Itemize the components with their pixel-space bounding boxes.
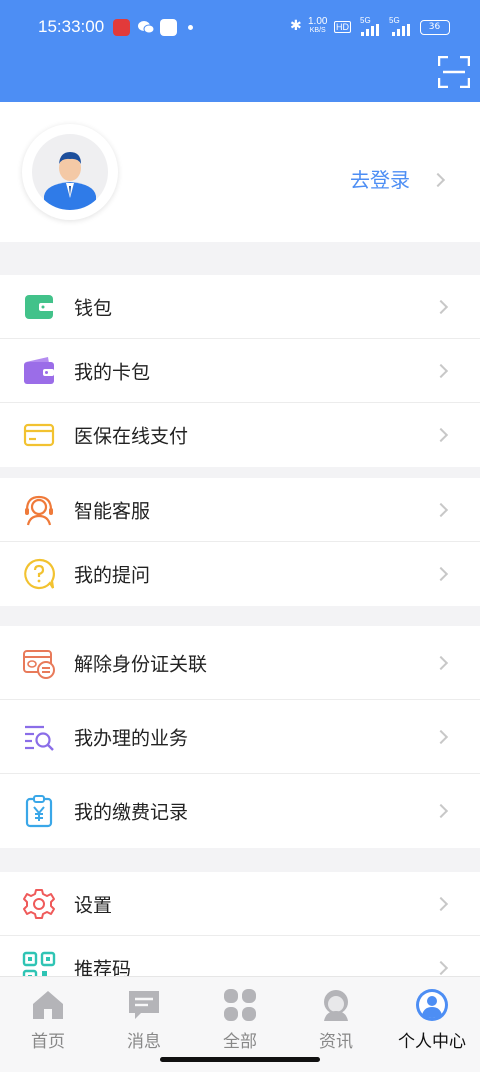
net-speed-value: 1.00 bbox=[308, 16, 328, 27]
tab-profile[interactable]: 个人中心 bbox=[384, 983, 480, 1063]
notification-app-icon bbox=[113, 19, 130, 36]
id-card-unlink-icon bbox=[23, 649, 55, 679]
hd-badge: HD bbox=[334, 21, 351, 33]
menu-item-label: 钱包 bbox=[74, 297, 113, 319]
menu-item-unlink-id-card[interactable]: 解除身份证关联 bbox=[0, 626, 480, 700]
menu-item-label: 我的卡包 bbox=[74, 361, 151, 383]
menu-item-my-questions[interactable]: 我的提问 bbox=[0, 542, 480, 606]
menu-group-business: 解除身份证关联 我办理的业务 我的缴费记录 bbox=[0, 626, 480, 848]
tab-label: 资讯 bbox=[319, 1032, 353, 1052]
tab-news[interactable]: 资讯 bbox=[288, 983, 384, 1063]
scan-icon[interactable] bbox=[438, 56, 470, 88]
chevron-right-icon bbox=[433, 427, 449, 443]
question-icon bbox=[24, 558, 55, 590]
battery-level: 36 bbox=[428, 22, 441, 32]
tab-label: 消息 bbox=[127, 1032, 161, 1052]
tab-all[interactable]: 全部 bbox=[192, 983, 288, 1063]
menu-item-label: 解除身份证关联 bbox=[74, 653, 208, 675]
menu-group-wallet: 钱包 我的卡包 医保在线支付 bbox=[0, 275, 480, 467]
menu-item-label: 我办理的业务 bbox=[74, 727, 189, 749]
chevron-right-icon bbox=[433, 960, 449, 976]
menu-item-card-wallet[interactable]: 我的卡包 bbox=[0, 339, 480, 403]
menu-item-settings[interactable]: 设置 bbox=[0, 872, 480, 936]
payment-record-icon bbox=[25, 795, 53, 828]
menu-item-referral-code[interactable]: 推荐码 bbox=[0, 936, 480, 976]
chevron-right-icon bbox=[433, 655, 449, 670]
tab-messages[interactable]: 消息 bbox=[96, 983, 192, 1063]
home-indicator[interactable] bbox=[160, 1057, 320, 1062]
profile-card[interactable]: 去登录 bbox=[0, 102, 480, 242]
menu-item-label: 我的缴费记录 bbox=[74, 801, 189, 824]
card-wallet-icon bbox=[24, 356, 54, 384]
menu-item-label: 医保在线支付 bbox=[74, 425, 189, 448]
net-speed-unit: KB/S bbox=[309, 27, 326, 34]
chevron-right-icon bbox=[433, 363, 449, 378]
chevron-right-icon bbox=[433, 502, 449, 517]
message-icon bbox=[129, 991, 159, 1019]
status-time: 15:33:00 bbox=[38, 17, 105, 36]
login-link[interactable]: 去登录 bbox=[350, 164, 410, 193]
menu-item-my-business[interactable]: 我办理的业务 bbox=[0, 700, 480, 774]
user-avatar-icon bbox=[32, 134, 108, 210]
news-icon bbox=[324, 990, 348, 1021]
gear-icon bbox=[23, 888, 55, 919]
menu-item-online-payment[interactable]: 医保在线支付 bbox=[0, 403, 480, 467]
chevron-right-icon bbox=[433, 299, 449, 314]
tab-label: 首页 bbox=[31, 1032, 65, 1052]
card-pay-icon bbox=[23, 423, 55, 447]
battery-icon: 36 bbox=[420, 20, 450, 35]
chevron-right-icon bbox=[433, 729, 449, 744]
wallet-icon bbox=[25, 294, 54, 319]
menu-item-customer-service[interactable]: 智能客服 bbox=[0, 478, 480, 542]
chevron-right-icon bbox=[433, 803, 449, 819]
status-bar: 15:33:00 ✱ 1.00 KB/S HD 5G 5G 36 bbox=[0, 0, 480, 56]
tab-label: 个人中心 bbox=[398, 1032, 466, 1052]
menu-group-settings: 设置 推荐码 bbox=[0, 872, 480, 976]
wechat-icon bbox=[137, 19, 155, 36]
chevron-right-icon bbox=[433, 896, 449, 911]
cloud-app-icon bbox=[160, 19, 177, 36]
menu-item-payment-records[interactable]: 我的缴费记录 bbox=[0, 774, 480, 848]
customer-service-icon bbox=[25, 495, 53, 525]
avatar[interactable] bbox=[22, 124, 118, 220]
search-list-icon bbox=[25, 725, 54, 751]
signal-1-icon bbox=[361, 24, 379, 36]
qr-code-icon bbox=[22, 951, 56, 976]
profile-icon bbox=[416, 989, 448, 1021]
menu-item-label: 智能客服 bbox=[74, 500, 151, 522]
grid-icon bbox=[224, 989, 256, 1021]
menu-item-label: 我的提问 bbox=[74, 564, 151, 587]
menu-item-label: 设置 bbox=[74, 894, 113, 916]
home-icon bbox=[33, 991, 63, 1019]
header-bar: 15:33:00 ✱ 1.00 KB/S HD 5G 5G 36 bbox=[0, 0, 480, 102]
signal-2-icon bbox=[392, 24, 410, 36]
net-speed: 1.00 KB/S bbox=[308, 17, 327, 35]
chevron-right-icon bbox=[430, 172, 446, 188]
menu-group-service: 智能客服 我的提问 bbox=[0, 478, 480, 606]
menu-item-label: 推荐码 bbox=[74, 958, 132, 977]
tab-label: 全部 bbox=[223, 1032, 257, 1052]
menu-item-wallet[interactable]: 钱包 bbox=[0, 275, 480, 339]
more-notifications-dot bbox=[188, 25, 193, 30]
chevron-right-icon bbox=[433, 566, 449, 582]
tab-home[interactable]: 首页 bbox=[0, 983, 96, 1063]
bluetooth-icon: ✱ bbox=[290, 17, 302, 33]
